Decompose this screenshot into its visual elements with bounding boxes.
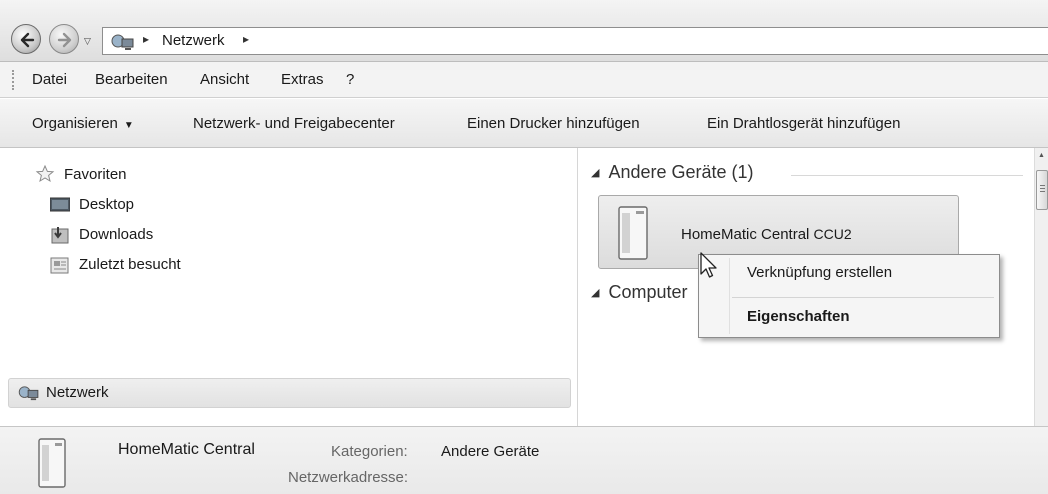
downloads-label: Downloads xyxy=(79,226,154,243)
categories-value: Andere Geräte xyxy=(441,443,540,460)
context-menu: Verknüpfung erstellen Eigenschaften xyxy=(698,254,1000,338)
grip-line xyxy=(1040,185,1045,186)
breadcrumb-network[interactable]: Netzwerk xyxy=(162,32,225,49)
device-icon xyxy=(618,206,648,260)
details-pane: HomeMatic Central Kategorien: Andere Ger… xyxy=(0,426,1048,494)
organize-button[interactable]: Organisieren ▼ xyxy=(32,115,134,132)
forward-button[interactable] xyxy=(49,24,79,54)
arrow-right-icon xyxy=(57,32,72,48)
grip-line xyxy=(1040,188,1045,189)
menu-separator xyxy=(732,297,994,298)
star-icon xyxy=(35,164,55,183)
breadcrumb-separator-icon[interactable]: ▸ xyxy=(143,32,149,46)
command-bar: Organisieren ▼ Netzwerk- und Freigabecent… xyxy=(0,99,1048,148)
desktop-icon xyxy=(50,197,70,212)
organize-label: Organisieren xyxy=(32,115,118,132)
device-suffix: CCU2 xyxy=(813,226,852,242)
menu-help[interactable]: ? xyxy=(346,71,354,88)
collapse-triangle-icon: ◢ xyxy=(591,287,600,299)
sidebar-item-network[interactable]: Netzwerk xyxy=(8,378,571,408)
breadcrumb-separator-icon[interactable]: ▸ xyxy=(243,32,249,46)
network-center-button[interactable]: Netzwerk- und Freigabecenter xyxy=(193,115,395,132)
group-header-computer[interactable]: ◢ Computer xyxy=(591,282,696,303)
mouse-pointer-icon xyxy=(700,252,717,278)
properties-item[interactable]: Eigenschaften xyxy=(747,308,850,325)
downloads-folder-icon xyxy=(51,227,69,244)
menu-grip xyxy=(12,70,14,90)
recent-places-icon xyxy=(50,257,69,274)
details-device-name: HomeMatic Central xyxy=(118,441,255,458)
create-shortcut-item[interactable]: Verknüpfung erstellen xyxy=(747,264,892,281)
device-label: HomeMatic Central CCU2 xyxy=(681,226,852,243)
arrow-left-icon xyxy=(20,32,35,48)
add-wireless-button[interactable]: Ein Drahtlosgerät hinzufügen xyxy=(707,115,900,132)
window-top-bar: ▽ ▸ Netzwerk ▸ xyxy=(0,0,1048,62)
network-icon xyxy=(18,386,39,401)
categories-label: Kategorien: xyxy=(331,443,408,460)
device-icon xyxy=(38,438,66,488)
network-icon xyxy=(111,33,135,55)
favorites-label: Favoriten xyxy=(64,166,127,183)
add-printer-button[interactable]: Einen Drucker hinzufügen xyxy=(467,115,640,132)
history-dropdown-icon[interactable]: ▽ xyxy=(84,36,91,47)
navigation-pane: Favoriten Desktop Downloads Zuletzt besu… xyxy=(0,148,578,426)
desktop-label: Desktop xyxy=(79,196,135,213)
grip-line xyxy=(1040,191,1045,192)
collapse-triangle-icon: ◢ xyxy=(591,167,600,179)
menu-ansicht[interactable]: Ansicht xyxy=(200,71,249,88)
group-header-other-devices[interactable]: ◢ Andere Geräte (1) xyxy=(591,162,754,183)
menu-datei[interactable]: Datei xyxy=(32,71,67,88)
scroll-up-icon[interactable]: ▲ xyxy=(1038,152,1045,159)
menu-extras[interactable]: Extras xyxy=(281,71,324,88)
network-address-label: Netzwerkadresse: xyxy=(288,469,409,486)
recent-label: Zuletzt besucht xyxy=(79,256,181,273)
group-divider xyxy=(791,175,1023,176)
back-button[interactable] xyxy=(11,24,41,54)
vertical-scrollbar[interactable]: ▲ xyxy=(1034,148,1048,426)
menu-bar: Datei Bearbeiten Ansicht Extras ? xyxy=(0,62,1048,98)
menu-gutter xyxy=(729,258,730,334)
address-bar[interactable]: ▸ Netzwerk ▸ xyxy=(102,27,1048,55)
menu-bearbeiten[interactable]: Bearbeiten xyxy=(95,71,168,88)
scroll-thumb[interactable] xyxy=(1036,170,1048,210)
chevron-down-icon: ▼ xyxy=(123,120,134,131)
device-name: HomeMatic Central xyxy=(681,226,810,243)
group-other-label: Andere Geräte (1) xyxy=(608,162,754,182)
network-label: Netzwerk xyxy=(46,384,109,401)
group-computer-label: Computer xyxy=(608,282,688,302)
